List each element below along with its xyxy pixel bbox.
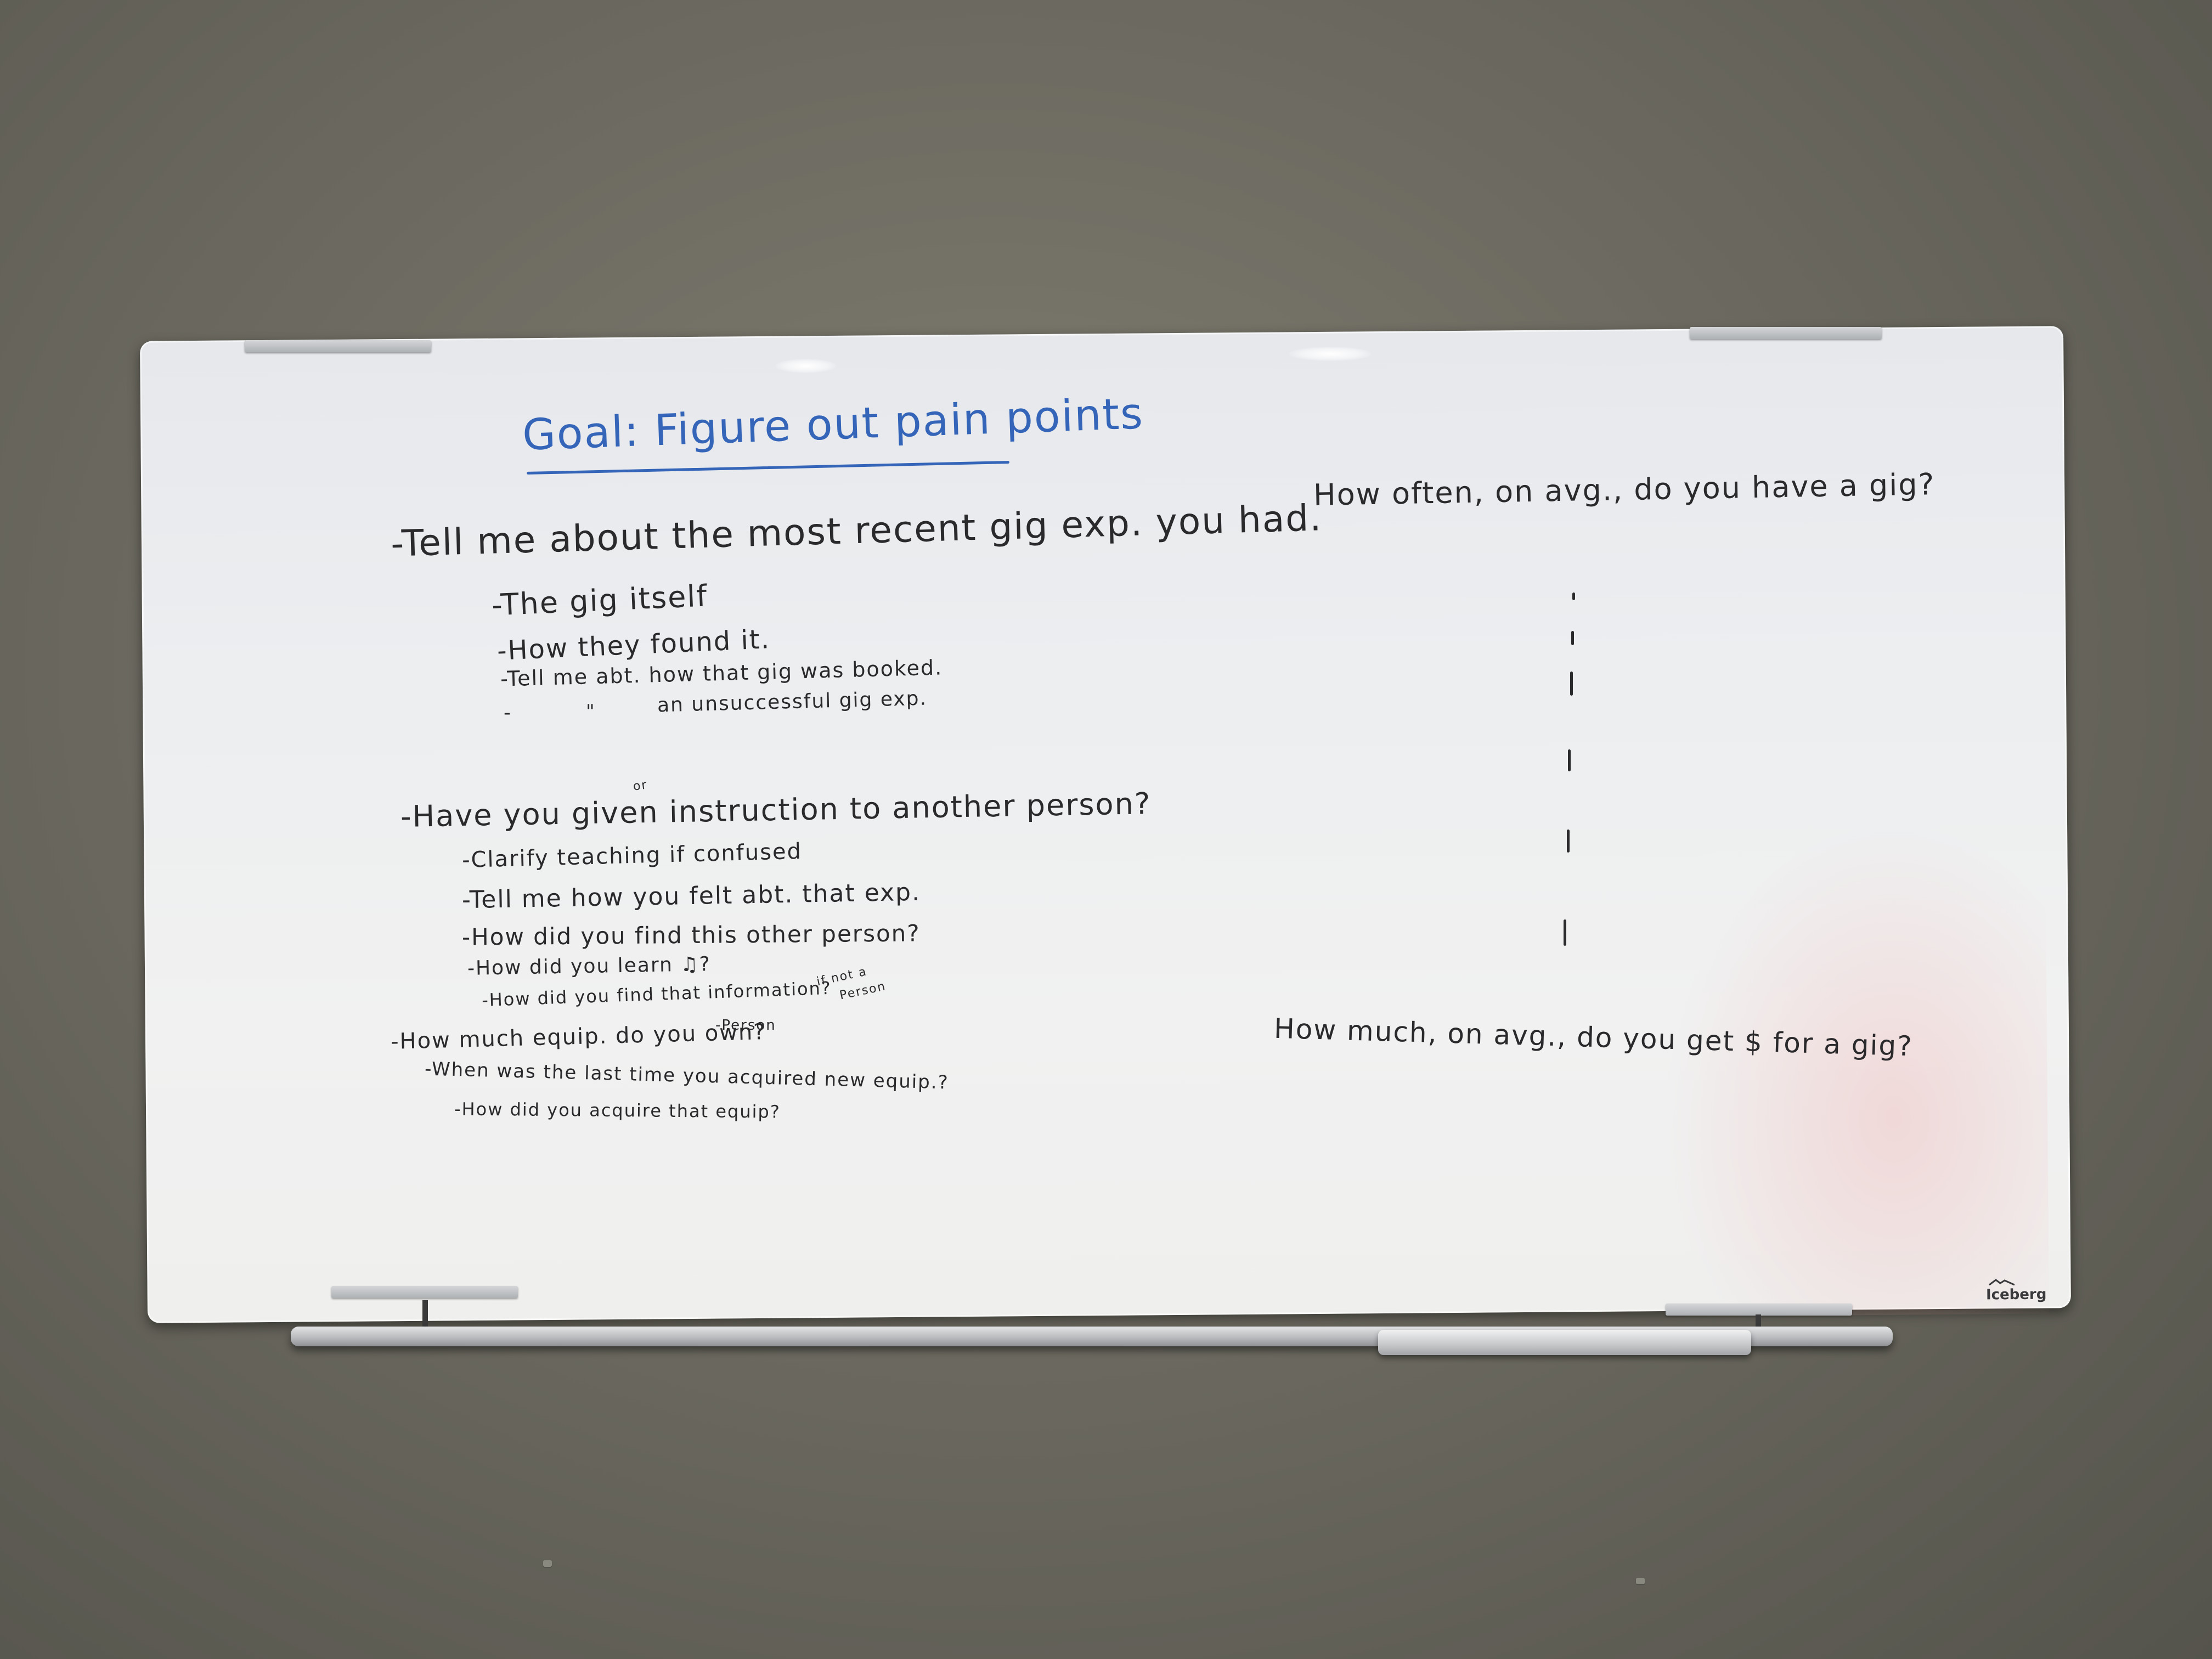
bottom-right-clip — [1666, 1304, 1852, 1316]
scale-tick — [1570, 672, 1573, 696]
light-reflection — [1289, 347, 1372, 361]
brand-logo-text: Iceberg — [1985, 1286, 2047, 1304]
scale-tick — [1572, 592, 1575, 600]
light-reflection — [776, 359, 836, 373]
scale-tick — [1567, 830, 1570, 853]
sub-ditto-dash: - — [504, 702, 512, 724]
marker-tray-eraser — [1378, 1330, 1751, 1355]
scale-tick — [1568, 749, 1571, 771]
sub-ditto-mark: " — [586, 701, 596, 723]
scale-tick — [1571, 631, 1574, 645]
sub-learn: -How did you learn ♫? — [467, 953, 712, 980]
iceberg-logo-icon — [1989, 1279, 2015, 1286]
sub-gig-itself: -The gig itself — [490, 578, 709, 623]
wall-screw — [1636, 1578, 1645, 1584]
scale-tick — [1564, 919, 1566, 946]
top-left-clip — [245, 340, 431, 352]
instruction-insert-note: or — [632, 778, 649, 794]
wall-screw — [543, 1560, 552, 1567]
sub-how-acquired: -How did you acquire that equip? — [454, 1098, 781, 1122]
sub-find-person: -How did you find this other person? — [461, 919, 921, 951]
bottom-left-clip — [331, 1286, 518, 1298]
top-right-clip — [1690, 327, 1882, 339]
